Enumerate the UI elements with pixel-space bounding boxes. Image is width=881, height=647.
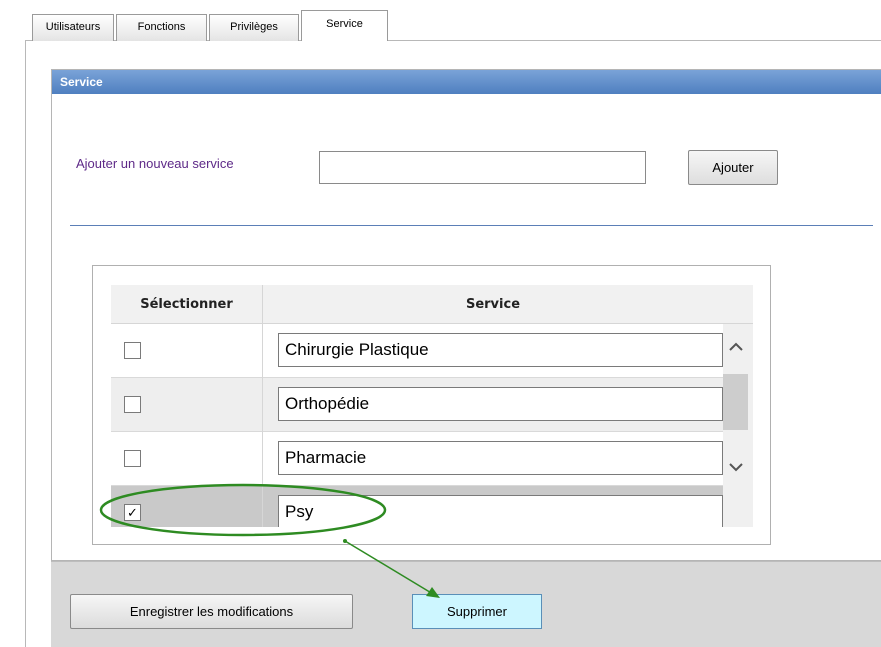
add-service-label: Ajouter un nouveau service (76, 156, 234, 171)
frame-border (25, 40, 26, 647)
tab-bar: Utilisateurs Fonctions Privilèges Servic… (32, 10, 881, 41)
service-name-field[interactable]: Chirurgie Plastique (278, 333, 723, 367)
separator (70, 225, 873, 226)
tab-service[interactable]: Service (301, 10, 388, 41)
table-row: Chirurgie Plastique (111, 324, 723, 378)
service-name-field[interactable]: Pharmacie (278, 441, 723, 475)
service-name-field[interactable]: Orthopédie (278, 387, 723, 421)
service-table-container: Sélectionner Service Chirurgie Plastique… (92, 265, 771, 545)
save-changes-button[interactable]: Enregistrer les modifications (70, 594, 353, 629)
tab-privileges[interactable]: Privilèges (209, 14, 299, 41)
row-checkbox[interactable] (124, 396, 141, 413)
add-service-button[interactable]: Ajouter (688, 150, 778, 185)
table-scrollbar[interactable] (723, 324, 753, 527)
table-row-selected: ✓ Psy (111, 486, 723, 527)
panel-title: Service (52, 70, 881, 94)
table-row: Orthopédie (111, 378, 723, 432)
table-header: Sélectionner Service (111, 285, 753, 324)
delete-button[interactable]: Supprimer (412, 594, 542, 629)
scroll-down-icon[interactable] (727, 458, 745, 476)
service-panel: Service Ajouter un nouveau service Ajout… (51, 69, 881, 561)
column-divider (262, 285, 263, 527)
row-checkbox[interactable] (124, 450, 141, 467)
check-icon: ✓ (127, 505, 138, 520)
column-header-service: Service (465, 297, 521, 312)
service-table: Sélectionner Service Chirurgie Plastique… (111, 285, 753, 527)
table-row: Pharmacie (111, 432, 723, 486)
scroll-thumb[interactable] (723, 374, 748, 430)
service-name-field[interactable]: Psy (278, 495, 723, 527)
action-bar: Enregistrer les modifications Supprimer (51, 561, 881, 647)
row-checkbox-checked[interactable]: ✓ (124, 504, 141, 521)
scroll-up-icon[interactable] (727, 338, 745, 356)
tab-fonctions[interactable]: Fonctions (116, 14, 207, 41)
row-checkbox[interactable] (124, 342, 141, 359)
column-header-select: Sélectionner (140, 297, 233, 312)
tab-utilisateurs[interactable]: Utilisateurs (32, 14, 114, 41)
add-service-input[interactable] (319, 151, 646, 184)
